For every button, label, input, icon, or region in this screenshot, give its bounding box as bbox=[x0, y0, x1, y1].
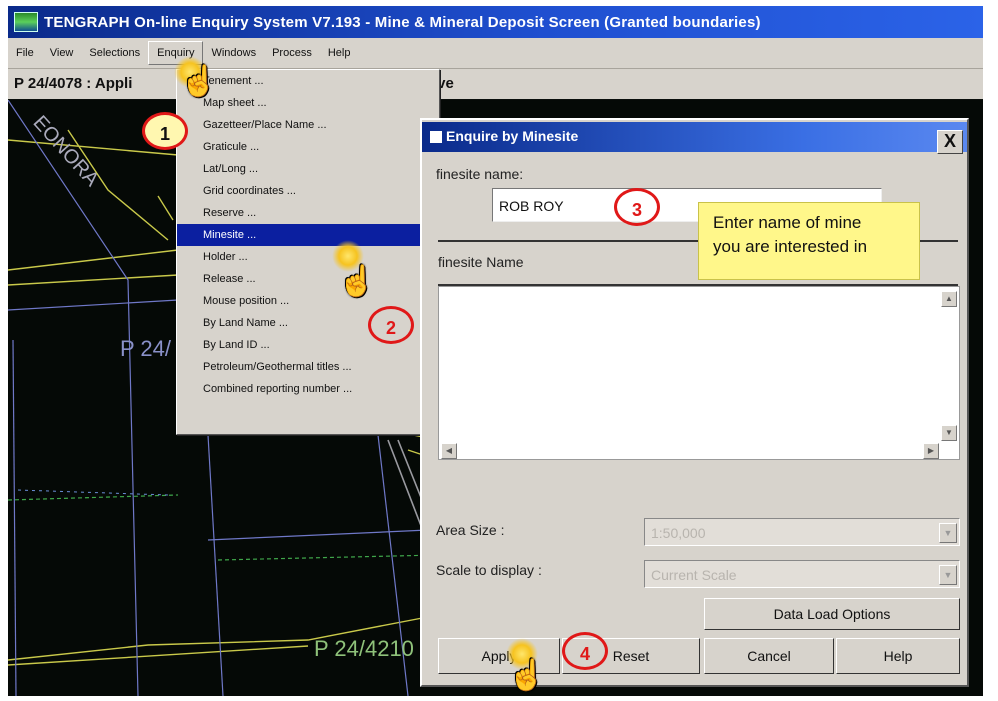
menu-item-lat-long[interactable]: Lat/Long ... bbox=[177, 158, 439, 180]
area-size-label: Area Size : bbox=[436, 522, 505, 538]
menu-bar: File View Selections Enquiry Windows Pro… bbox=[8, 38, 983, 69]
callout-line-1: Enter name of mine bbox=[713, 213, 862, 232]
step-2-marker: 2 bbox=[368, 306, 414, 344]
help-button[interactable]: Help bbox=[836, 638, 960, 674]
title-bar: TENGRAPH On-line Enquiry System V7.193 -… bbox=[8, 6, 983, 38]
menu-item-petroleum-titles[interactable]: Petroleum/Geothermal titles ... bbox=[177, 356, 439, 378]
menu-item-minesite[interactable]: Minesite ... bbox=[177, 224, 439, 246]
area-size-value: 1:50,000 bbox=[651, 525, 706, 541]
menu-view[interactable]: View bbox=[42, 42, 82, 64]
dialog-title: Enquire by Minesite bbox=[446, 128, 579, 144]
scroll-right-icon[interactable]: ▶ bbox=[923, 443, 939, 459]
menu-selections[interactable]: Selections bbox=[81, 42, 148, 64]
dialog-close-button[interactable]: X bbox=[937, 130, 963, 154]
chevron-down-icon[interactable]: ▼ bbox=[939, 523, 957, 543]
menu-item-gazetteer[interactable]: Gazetteer/Place Name ... bbox=[177, 114, 439, 136]
menu-process[interactable]: Process bbox=[264, 42, 320, 64]
dialog-title-bar[interactable]: Enquire by Minesite X bbox=[422, 122, 967, 154]
menu-file[interactable]: File bbox=[8, 42, 42, 64]
selected-tenement-text: P 24/4078 : Appli bbox=[14, 75, 133, 92]
minesite-column-header[interactable]: finesite Name bbox=[438, 254, 524, 270]
hand-cursor-icon: ☝ bbox=[508, 659, 546, 692]
scroll-left-icon[interactable]: ◀ bbox=[441, 443, 457, 459]
menu-item-combined-reporting[interactable]: Combined reporting number ... bbox=[177, 378, 439, 400]
menu-item-graticule[interactable]: Graticule ... bbox=[177, 136, 439, 158]
menu-windows[interactable]: Windows bbox=[203, 42, 264, 64]
scale-to-display-select[interactable]: Current Scale ▼ bbox=[644, 560, 960, 588]
hand-cursor-icon: ☝ bbox=[338, 265, 376, 298]
instruction-callout: Enter name of mine you are interested in bbox=[698, 202, 920, 280]
app-window: TENGRAPH On-line Enquiry System V7.193 -… bbox=[8, 6, 983, 696]
menu-item-release[interactable]: Release ... bbox=[177, 268, 439, 290]
chevron-down-icon[interactable]: ▼ bbox=[939, 565, 957, 585]
scale-to-display-value: Current Scale bbox=[651, 567, 737, 583]
menu-item-reserve[interactable]: Reserve ... bbox=[177, 202, 439, 224]
minesite-name-label: finesite name: bbox=[436, 166, 524, 182]
cancel-button[interactable]: Cancel bbox=[704, 638, 834, 674]
step-4-marker: 4 bbox=[562, 632, 608, 670]
step-3-marker: 3 bbox=[614, 188, 660, 226]
tengraph-app-icon bbox=[14, 12, 38, 32]
dialog-window-icon bbox=[430, 131, 442, 143]
callout-line-2: you are interested in bbox=[713, 237, 868, 256]
scroll-up-icon[interactable]: ▲ bbox=[941, 291, 957, 307]
scale-to-display-label: Scale to display : bbox=[436, 562, 542, 578]
map-label-tenement-1: P 24/ bbox=[120, 336, 171, 361]
hand-cursor-icon: ☝ bbox=[180, 65, 218, 98]
menu-item-grid-coordinates[interactable]: Grid coordinates ... bbox=[177, 180, 439, 202]
selection-status-bar: P 24/4078 : Appli ive bbox=[8, 69, 983, 99]
map-label-tenement-2: P 24/4210 bbox=[314, 636, 414, 661]
enquiry-dropdown-menu: Tenement ... Map sheet ... Gazetteer/Pla… bbox=[176, 69, 440, 435]
window-title: TENGRAPH On-line Enquiry System V7.193 -… bbox=[44, 13, 761, 31]
minesite-results-list[interactable]: ▲ ▼ ◀ ▶ bbox=[438, 286, 960, 460]
menu-help[interactable]: Help bbox=[320, 42, 359, 64]
step-1-marker: 1 bbox=[142, 112, 188, 150]
menu-item-holder[interactable]: Holder ... bbox=[177, 246, 439, 268]
area-size-select[interactable]: 1:50,000 ▼ bbox=[644, 518, 960, 546]
scroll-down-icon[interactable]: ▼ bbox=[941, 425, 957, 441]
data-load-options-button[interactable]: Data Load Options bbox=[704, 598, 960, 630]
